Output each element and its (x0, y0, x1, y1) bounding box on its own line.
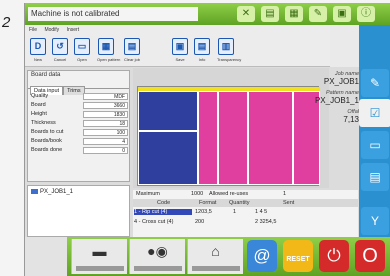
ruler-icon[interactable]: ▭ (361, 131, 389, 159)
cuts-table: Maximum 1000 Allowed re-uses 1 Code Form… (133, 190, 358, 238)
open-button[interactable]: ▭ Open (73, 38, 91, 66)
printer-icon: ▬ (92, 243, 107, 259)
field-row: Boards to cut 100 (28, 128, 129, 137)
settings-icon[interactable]: ▦ (285, 6, 303, 22)
stop-icon: O (362, 245, 378, 267)
bottom-left-panel (25, 237, 67, 276)
wrench-icon[interactable]: Y (361, 207, 389, 235)
transparency-button[interactable]: ▥ Transparency (217, 38, 241, 66)
column-header: Sent (283, 200, 295, 206)
open-pattern-icon: ▦ (98, 38, 114, 55)
menu-bar: File Modify Insert (25, 25, 330, 35)
column-header: Format (199, 200, 217, 206)
new-button[interactable]: D New (29, 38, 47, 66)
field-row: Boards done 0 (28, 146, 129, 155)
label-icon[interactable]: ▣ (333, 6, 351, 22)
info-icon[interactable]: ⓘ (357, 6, 375, 22)
toolbar: D New ↺ Cancel ▭ Open ▦ Open pattern ▤ C… (25, 35, 330, 67)
tree-item[interactable]: PX_JOB1_1 (28, 186, 129, 198)
table-row[interactable]: 1 - Rip cut (4) 1203,5 1 1 4 5 (133, 208, 358, 217)
column-header: Quantity (229, 200, 250, 206)
field-value[interactable]: 3660 (83, 102, 128, 109)
bottom-action-bar: ▬ ●◉ ⌂ @ RESET ⏻ O (25, 237, 390, 276)
open-folder-icon: ▭ (74, 38, 90, 55)
field-value[interactable]: 18 (83, 120, 128, 127)
field-row: Quality MDF (28, 92, 129, 101)
machine-slot[interactable]: ⌂ (187, 239, 243, 274)
save-button[interactable]: ▣ Save (171, 38, 189, 66)
saw-slot[interactable]: ●◉ (129, 239, 185, 274)
panel-title: Board data (31, 72, 61, 78)
panel-tabs: Data input Trims (28, 79, 129, 95)
panel-piece[interactable] (198, 91, 218, 185)
pattern-tree: PX_JOB1_1 (27, 185, 130, 237)
undo-icon: ↺ (52, 38, 68, 55)
field-value[interactable]: 1830 (83, 111, 128, 118)
pattern-icon (31, 189, 38, 194)
top-status-bar: Machine is not calibrated ✕ ▤ ▦ ✎ ▣ ⓘ (25, 3, 390, 25)
checklist-icon[interactable]: ☑ (359, 99, 390, 127)
printer-slot[interactable]: ▬ (71, 239, 127, 274)
panel-piece[interactable] (138, 91, 198, 131)
menu-item[interactable]: Modify (44, 27, 59, 33)
power-button[interactable]: ⏻ (319, 240, 349, 272)
panel-piece[interactable] (218, 91, 248, 185)
app-window: Machine is not calibrated ✕ ▤ ▦ ✎ ▣ ⓘ Fi… (24, 3, 390, 276)
maximum-row: Maximum 1000 Allowed re-uses 1 (136, 191, 287, 197)
tools-icon[interactable]: ✎ (309, 6, 327, 22)
status-message: Machine is not calibrated (28, 7, 198, 21)
panel-piece[interactable] (138, 131, 198, 185)
field-list: Quality MDF Board 3660 Height 1830 Thicknes… (28, 88, 129, 155)
info-button[interactable]: ▤ Info (193, 38, 211, 66)
power-icon: ⏻ (327, 246, 341, 265)
field-row: Thickness 18 (28, 119, 129, 128)
field-value[interactable]: 100 (83, 129, 128, 136)
spiral-button[interactable]: @ (247, 240, 277, 272)
folder-icon[interactable]: ▤ (261, 6, 279, 22)
save-icon: ▣ (172, 38, 188, 55)
stop-button[interactable]: O (355, 240, 385, 272)
machine-icon: ⌂ (211, 243, 220, 259)
field-row: Board 3660 (28, 101, 129, 110)
field-value[interactable]: 0 (83, 147, 128, 154)
job-info: Job name PX_JOB1 Pattern name PX_JOB1_1 … (283, 71, 359, 128)
clear-job-button[interactable]: ▤ Clear job (123, 38, 141, 66)
menu-item[interactable]: File (29, 27, 37, 33)
table-header: Code Format Quantity Sent (133, 199, 358, 207)
saw-icon: ●◉ (147, 243, 168, 259)
figure-number: 2 (2, 14, 11, 31)
new-document-icon: D (30, 38, 46, 55)
menu-item[interactable]: Insert (67, 27, 80, 33)
pattern-name: PX_JOB1_1 (314, 96, 359, 105)
clear-job-icon: ▤ (124, 38, 140, 55)
field-value[interactable]: MDF (83, 93, 128, 100)
transparency-icon: ▥ (218, 38, 234, 55)
offal-value: 7,13 (343, 115, 359, 124)
board-data-panel: Board data Data input Trims Quality MDF Bo… (27, 70, 130, 182)
reset-button[interactable]: RESET (283, 240, 313, 272)
info-doc-icon: ▤ (194, 38, 210, 55)
field-row: Height 1830 (28, 110, 129, 119)
pencil-icon[interactable]: ✎ (361, 69, 389, 97)
open-pattern-button[interactable]: ▦ Open pattern (97, 38, 120, 66)
layout-icon[interactable]: ▤ (361, 163, 389, 191)
table-row[interactable]: 4 - Cross cut (4) 200 2 3254,5 (133, 218, 358, 227)
job-name: PX_JOB1 (323, 77, 359, 86)
right-sidebar: ✎ ☑ ▭ ▤ Y (359, 25, 390, 237)
field-row: Boards/book 4 (28, 137, 129, 146)
column-header: Code (157, 200, 171, 206)
field-value[interactable]: 4 (83, 138, 128, 145)
expand-icon[interactable]: ✕ (237, 6, 255, 22)
cancel-button[interactable]: ↺ Cancel (51, 38, 69, 66)
spiral-icon: @ (253, 246, 271, 265)
